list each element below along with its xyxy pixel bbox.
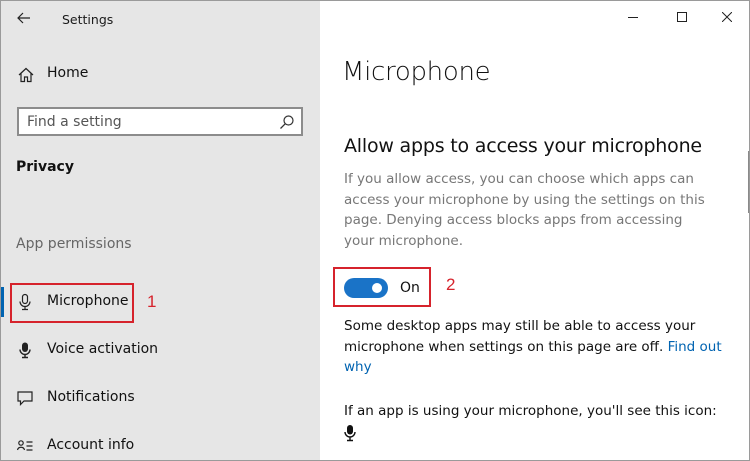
microphone-access-toggle-row: On [344, 275, 420, 301]
annotation-marker-1: 1 [147, 292, 157, 311]
app-title: Settings [62, 12, 114, 27]
sidebar: Settings Home Privacy App permissions Mi [1, 1, 320, 460]
back-arrow-icon [17, 12, 30, 24]
maximize-button[interactable] [659, 1, 705, 33]
group-label: App permissions [16, 236, 132, 252]
maximize-icon [677, 12, 687, 22]
settings-window: Settings Home Privacy App permissions Mi [0, 0, 750, 461]
speech-bubble-icon [17, 391, 33, 406]
icon-note-text: If an app is using your microphone, you'… [344, 403, 717, 419]
toggle-state-label: On [400, 280, 420, 296]
nav-home[interactable]: Home [1, 57, 320, 91]
toggle-knob [372, 283, 382, 293]
microphone-filled-icon [19, 342, 31, 359]
microphone-icon [19, 293, 31, 311]
home-icon [18, 67, 34, 83]
minimize-icon [628, 17, 638, 18]
title-bar: Settings [1, 1, 320, 35]
note-text: Some desktop apps may still be able to a… [344, 318, 696, 355]
main-content: Microphone Allow apps to access your mic… [320, 1, 749, 460]
back-button[interactable] [9, 5, 39, 31]
icon-note: If an app is using your microphone, you'… [344, 401, 729, 448]
minimize-button[interactable] [610, 1, 656, 33]
desktop-apps-note: Some desktop apps may still be able to a… [344, 316, 729, 378]
search-icon[interactable] [279, 114, 295, 130]
microphone-in-use-icon [344, 424, 356, 441]
page-title: Microphone [342, 57, 491, 87]
sidebar-item-microphone[interactable]: Microphone [1, 282, 320, 322]
sidebar-item-label: Voice activation [47, 341, 159, 357]
search-input[interactable] [19, 109, 269, 134]
close-button[interactable] [704, 1, 749, 33]
sidebar-item-label: Account info [47, 437, 135, 453]
description-text: If you allow access, you can choose whic… [344, 171, 705, 249]
sidebar-item-label: Microphone [47, 293, 129, 309]
search-box[interactable] [17, 107, 303, 136]
nav-home-label: Home [47, 65, 89, 81]
annotation-marker-2: 2 [446, 275, 456, 294]
microphone-access-toggle[interactable] [344, 278, 388, 298]
sidebar-item-account-info[interactable]: Account info [1, 426, 320, 460]
section-heading: Allow apps to access your microphone [344, 135, 702, 157]
section-title: Privacy [16, 159, 74, 175]
sidebar-item-voice-activation[interactable]: Voice activation [1, 330, 320, 370]
sidebar-item-label: Notifications [47, 389, 135, 405]
close-icon [722, 12, 732, 22]
selection-indicator [1, 287, 4, 317]
sidebar-item-notifications[interactable]: Notifications [1, 378, 320, 418]
contact-list-icon [16, 440, 33, 451]
